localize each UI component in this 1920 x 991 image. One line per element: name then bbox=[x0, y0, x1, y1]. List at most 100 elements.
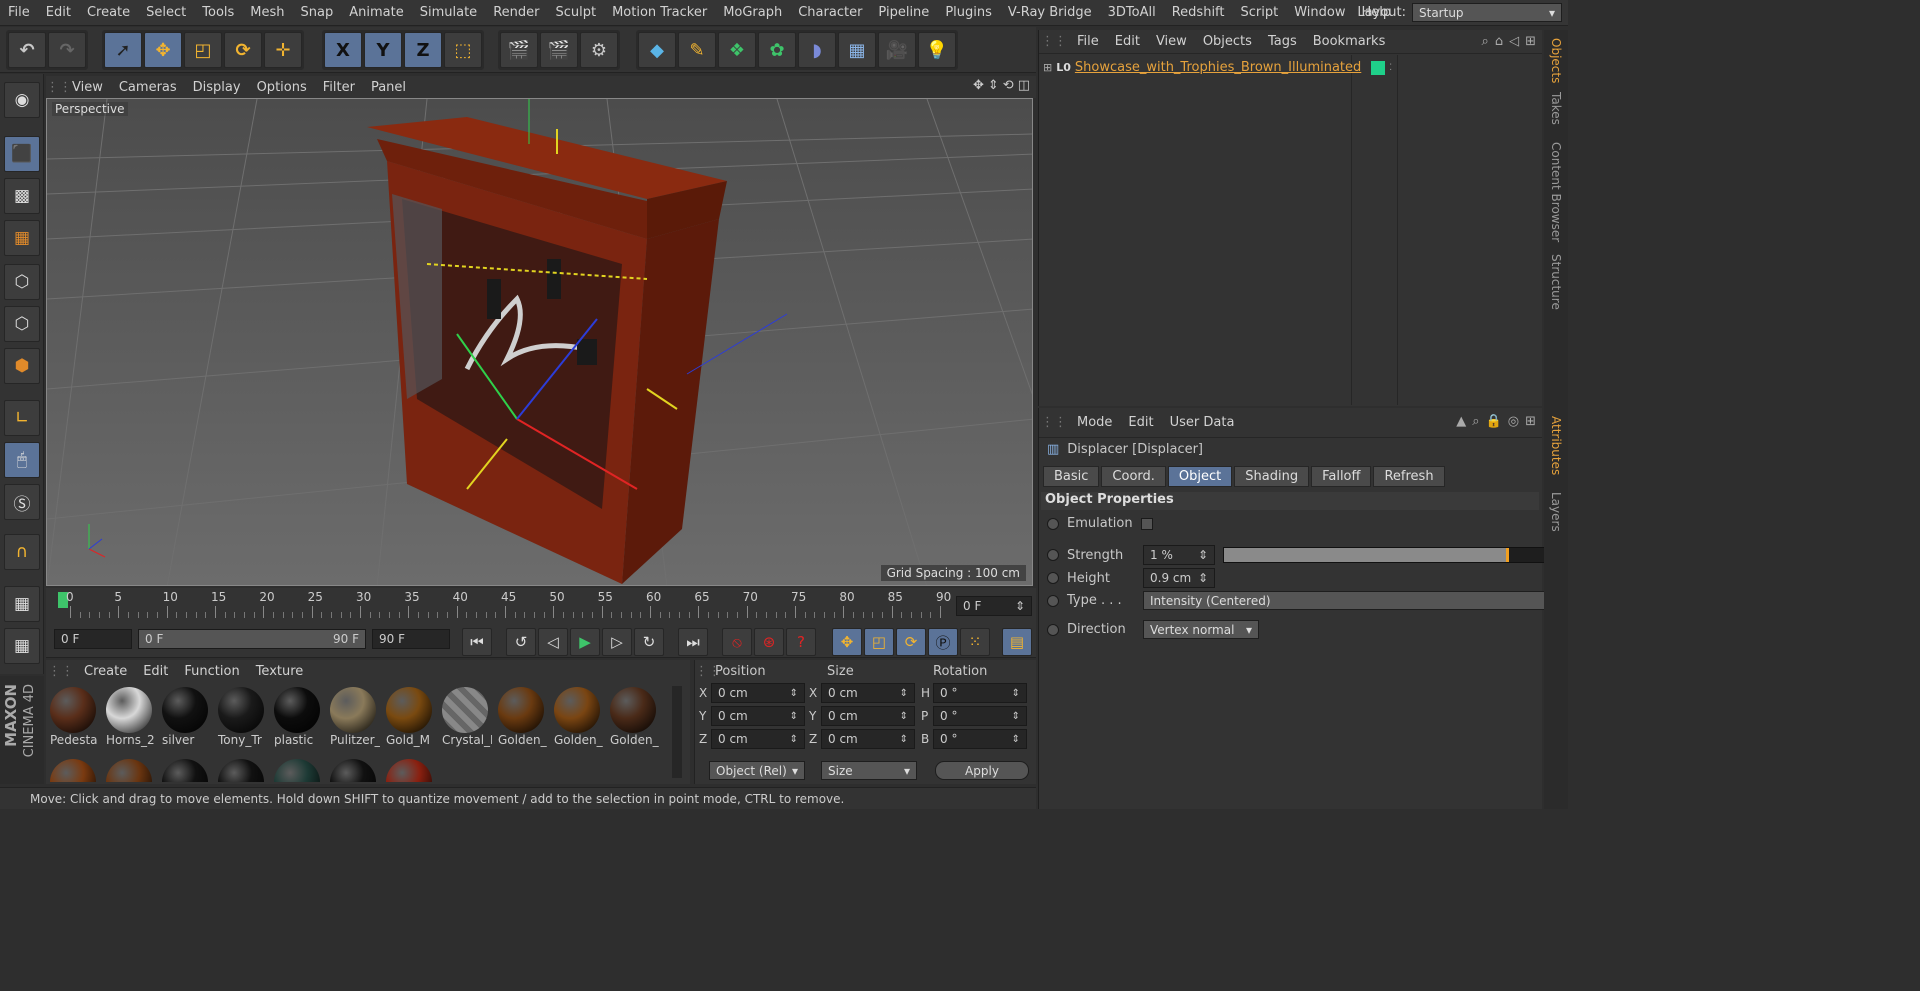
make-editable-button[interactable]: ◉ bbox=[4, 82, 40, 118]
material-swatch[interactable]: Crystal_I bbox=[440, 686, 492, 750]
material-menu-item[interactable]: Function bbox=[176, 664, 247, 679]
axis-y-button[interactable]: Y bbox=[364, 32, 402, 68]
render-settings-button[interactable]: ⚙ bbox=[580, 32, 618, 68]
search-icon[interactable]: ⌕ bbox=[1472, 414, 1479, 429]
light-button[interactable]: 💡 bbox=[918, 32, 956, 68]
viewport-menu-item[interactable]: Display bbox=[185, 80, 249, 95]
object-row[interactable]: ⊞ L0 Showcase_with_Trophies_Brown_Illumi… bbox=[1043, 60, 1392, 75]
key-position-button[interactable]: ✥ bbox=[832, 628, 862, 656]
frame-range-slider[interactable]: 0 F 90 F bbox=[138, 629, 366, 649]
maximize-icon[interactable]: ◫ bbox=[1018, 78, 1030, 93]
menu-item[interactable]: 3DToAll bbox=[1100, 5, 1164, 20]
pen-button[interactable]: ✎ bbox=[678, 32, 716, 68]
go-to-end-button[interactable]: ⏭ bbox=[678, 628, 708, 656]
material-swatch[interactable] bbox=[160, 758, 210, 782]
back-icon[interactable]: ◁ bbox=[1509, 34, 1519, 49]
attribute-tab[interactable]: Coord. bbox=[1101, 466, 1166, 487]
side-tab[interactable]: Objects bbox=[1549, 38, 1563, 83]
coord-field[interactable]: 0 cm ⇕ bbox=[711, 729, 805, 749]
axis-z-button[interactable]: Z bbox=[404, 32, 442, 68]
new-panel-icon[interactable]: ⊞ bbox=[1525, 414, 1536, 429]
viewport-menu-item[interactable]: Filter bbox=[315, 80, 363, 95]
menu-item[interactable]: Animate bbox=[341, 5, 411, 20]
menu-item[interactable]: Motion Tracker bbox=[604, 5, 715, 20]
coord-field[interactable]: 0 cm ⇕ bbox=[711, 706, 805, 726]
end-frame-field[interactable]: 90 F bbox=[372, 629, 450, 649]
material-swatch[interactable]: Horns_2 bbox=[104, 686, 155, 750]
keyframe-selection-button[interactable]: ? bbox=[786, 628, 816, 656]
coord-field[interactable]: 0 ° ⇕ bbox=[933, 729, 1027, 749]
previous-key-button[interactable]: ↺ bbox=[506, 628, 536, 656]
camera-button[interactable]: 🎥 bbox=[878, 32, 916, 68]
material-scrollbar[interactable] bbox=[672, 686, 682, 778]
material-swatch[interactable]: Pulitzer_ bbox=[328, 686, 380, 750]
apply-button[interactable]: Apply bbox=[935, 761, 1029, 780]
height-field[interactable]: 0.9 cm ⇕ bbox=[1143, 568, 1215, 588]
snap-button[interactable]: ∩ bbox=[4, 534, 40, 570]
material-menu-item[interactable]: Texture bbox=[248, 664, 312, 679]
viewport-3d[interactable]: Perspective Grid Spacing : 100 cm bbox=[46, 98, 1033, 586]
material-swatch[interactable]: Gold_M bbox=[384, 686, 434, 750]
material-swatch[interactable] bbox=[48, 758, 98, 782]
material-swatch[interactable]: Golden_ bbox=[608, 686, 659, 750]
select-tool-button[interactable]: ➚ bbox=[104, 32, 142, 68]
viewport-menu-item[interactable]: Panel bbox=[363, 80, 414, 95]
key-rotation-button[interactable]: ⟳ bbox=[896, 628, 926, 656]
next-frame-button[interactable]: ▷ bbox=[602, 628, 632, 656]
cube-button[interactable]: ◆ bbox=[638, 32, 676, 68]
move-tool-button[interactable]: ✥ bbox=[144, 32, 182, 68]
material-swatch[interactable] bbox=[272, 758, 322, 782]
type-dropdown[interactable]: Intensity (Centered)▾ bbox=[1143, 591, 1559, 610]
axis-mode-button[interactable]: ∟ bbox=[4, 400, 40, 436]
object-menu-item[interactable]: Tags bbox=[1260, 34, 1305, 49]
layer-color-swatch[interactable] bbox=[1371, 60, 1386, 75]
menu-item[interactable]: Sculpt bbox=[547, 5, 604, 20]
go-to-start-button[interactable]: ⏮ bbox=[462, 628, 492, 656]
side-tab[interactable]: Structure bbox=[1549, 254, 1563, 310]
material-swatch[interactable] bbox=[216, 758, 266, 782]
zoom-icon[interactable]: ⇕ bbox=[988, 78, 999, 93]
redo-button[interactable]: ↷ bbox=[48, 32, 86, 68]
object-menu-item[interactable]: File bbox=[1069, 34, 1107, 49]
edges-mode-button[interactable]: ⬡ bbox=[4, 306, 40, 342]
play-button[interactable]: ▶ bbox=[570, 628, 600, 656]
target-icon[interactable]: ◎ bbox=[1508, 414, 1519, 429]
search-icon[interactable]: ⌕ bbox=[1482, 34, 1489, 49]
side-tab[interactable]: Attributes bbox=[1549, 416, 1563, 475]
menu-item[interactable]: Edit bbox=[38, 5, 79, 20]
workplane-mode-button[interactable]: ▦ bbox=[4, 628, 40, 664]
material-swatch[interactable] bbox=[384, 758, 434, 782]
object-menu-item[interactable]: Objects bbox=[1195, 34, 1260, 49]
menu-item[interactable]: Snap bbox=[293, 5, 342, 20]
model-mode-button[interactable]: ⬛ bbox=[4, 136, 40, 172]
object-name[interactable]: Showcase_with_Trophies_Brown_Illuminated bbox=[1075, 60, 1361, 75]
coord-field[interactable]: 0 cm ⇕ bbox=[821, 683, 915, 703]
menu-item[interactable]: Render bbox=[485, 5, 547, 20]
deformer-button[interactable]: ◗ bbox=[798, 32, 836, 68]
cloner-button[interactable]: ✿ bbox=[758, 32, 796, 68]
pan-icon[interactable]: ✥ bbox=[973, 78, 984, 93]
expand-icon[interactable]: ⊞ bbox=[1043, 61, 1052, 74]
animation-radio[interactable] bbox=[1047, 517, 1059, 530]
floor-button[interactable]: ▦ bbox=[838, 32, 876, 68]
attribute-tab[interactable]: Falloff bbox=[1311, 466, 1372, 487]
attribute-tab[interactable]: Basic bbox=[1043, 466, 1100, 487]
render-view-button[interactable]: 🎬 bbox=[500, 32, 538, 68]
animation-radio[interactable] bbox=[1047, 549, 1059, 561]
animation-radio[interactable] bbox=[1047, 623, 1059, 636]
strength-field[interactable]: 1 % ⇕ bbox=[1143, 545, 1215, 565]
new-panel-icon[interactable]: ⊞ bbox=[1525, 34, 1536, 49]
rotate-tool-button[interactable]: ⟳ bbox=[224, 32, 262, 68]
material-swatch[interactable]: Pedesta bbox=[48, 686, 98, 750]
object-menu-item[interactable]: Edit bbox=[1107, 34, 1148, 49]
record-button[interactable]: ⦸ bbox=[722, 628, 752, 656]
direction-dropdown[interactable]: Vertex normal ▾ bbox=[1143, 620, 1259, 639]
points-mode-button[interactable]: ⬡ bbox=[4, 264, 40, 300]
home-icon[interactable]: ⌂ bbox=[1495, 34, 1503, 49]
object-menu-item[interactable]: View bbox=[1148, 34, 1195, 49]
scale-tool-button[interactable]: ◰ bbox=[184, 32, 222, 68]
timeline-ruler[interactable]: 0 5 10 15 20 25 30 35 40 45 50 55 60 65 70 75 80 85 90 0 F… bbox=[46, 588, 1036, 624]
viewport-menu-item[interactable]: Cameras bbox=[111, 80, 185, 95]
strength-slider[interactable] bbox=[1223, 547, 1561, 563]
menu-item[interactable]: Plugins bbox=[937, 5, 1000, 20]
